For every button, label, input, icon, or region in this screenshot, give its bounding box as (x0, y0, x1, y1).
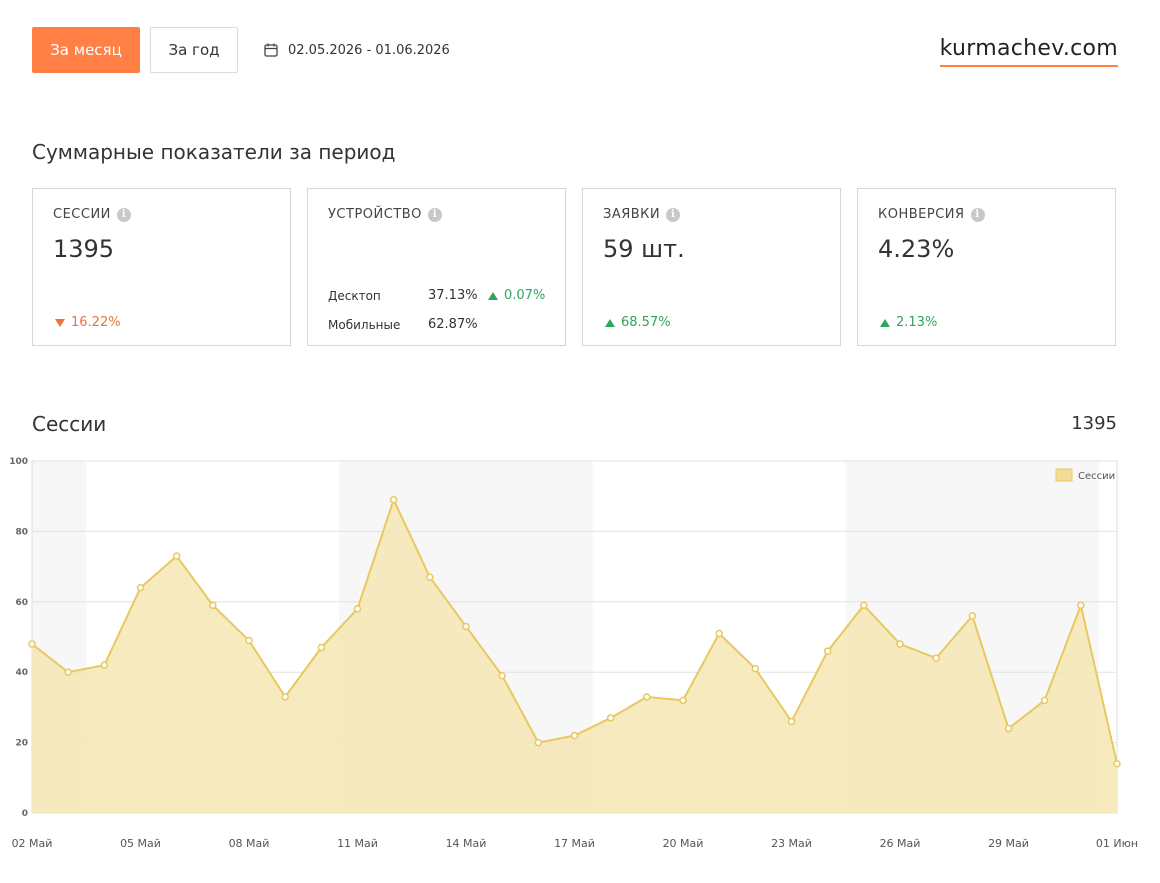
conversion-label: КОНВЕРСИЯ i (878, 207, 985, 222)
sessions-chart[interactable]: 0 20 40 60 80 100 02 Май 05 Май 08 Май 11 Май 14 М… (0, 450, 1160, 883)
x-tick-label: 05 Май (120, 837, 161, 850)
data-point[interactable] (389, 495, 398, 504)
x-tick-label: 20 Май (663, 837, 704, 850)
leads-value: 59 шт. (603, 235, 685, 263)
data-point[interactable] (715, 629, 723, 638)
data-point[interactable] (679, 696, 687, 705)
data-point[interactable] (1113, 759, 1121, 768)
data-point[interactable] (787, 717, 796, 726)
data-point[interactable] (136, 583, 145, 592)
data-point[interactable] (317, 643, 326, 652)
sessions-label: СЕССИИ i (53, 207, 131, 222)
y-tick-label: 80 (15, 527, 28, 537)
legend-swatch (1055, 468, 1073, 482)
data-point[interactable] (172, 552, 181, 560)
sessions-value: 1395 (53, 235, 115, 263)
leads-card: ЗАЯВКИ i 59 шт. 68.57% (582, 188, 841, 346)
data-point[interactable] (498, 671, 506, 680)
data-point[interactable] (100, 661, 109, 669)
conversion-card: КОНВЕРСИЯ i 4.23% 2.13% (857, 188, 1116, 346)
chart-title: Сессии (32, 412, 107, 436)
data-point[interactable] (353, 605, 362, 613)
data-point[interactable] (896, 640, 904, 648)
x-tick-label: 14 Май (446, 837, 487, 850)
summary-title: Суммарные показатели за период (32, 140, 396, 164)
device-row-desktop: Десктоп 37.13% 0.07% (328, 288, 546, 303)
data-point[interactable] (643, 693, 651, 701)
leads-label: ЗАЯВКИ i (603, 207, 681, 222)
data-point[interactable] (932, 654, 940, 662)
x-tick-label: 26 Май (880, 837, 921, 850)
info-icon[interactable]: i (666, 207, 681, 222)
data-point[interactable] (426, 573, 434, 581)
data-point[interactable] (823, 647, 832, 655)
x-tick-label: 17 Май (554, 837, 595, 850)
data-point[interactable] (245, 636, 253, 645)
date-range-text: 02.05.2026 - 01.06.2026 (288, 42, 450, 58)
x-tick-label: 23 Май (771, 837, 812, 850)
data-point[interactable] (28, 640, 36, 648)
device-label: УСТРОЙСТВО i (328, 207, 442, 222)
x-tick-label: 02 Май (12, 837, 53, 850)
data-point[interactable] (1004, 724, 1013, 733)
y-tick-label: 40 (15, 668, 28, 678)
period-year-button[interactable]: За год (150, 27, 238, 73)
desktop-delta: 0.07% (488, 288, 545, 303)
data-point[interactable] (968, 612, 977, 620)
data-point[interactable] (606, 714, 615, 722)
brand-logo[interactable]: kurmachev.com (939, 36, 1118, 67)
device-row-mobile: Мобильные 62.87% (328, 317, 478, 332)
x-tick-label: 29 Май (988, 837, 1029, 850)
info-icon[interactable]: i (427, 207, 442, 222)
chart-total: 1395 (1071, 413, 1117, 434)
data-point[interactable] (570, 731, 579, 740)
y-tick-label: 100 (9, 457, 28, 467)
data-point[interactable] (534, 738, 543, 747)
data-point[interactable] (209, 601, 217, 610)
x-tick-label: 08 Май (229, 837, 270, 850)
calendar-icon (264, 43, 278, 57)
y-tick-label: 0 (22, 809, 28, 819)
x-tick-label: 11 Май (337, 837, 378, 850)
arrow-up-icon (880, 318, 890, 327)
leads-delta: 68.57% (605, 315, 671, 330)
y-tick-label: 60 (15, 598, 28, 608)
conversion-delta: 2.13% (880, 315, 937, 330)
date-range-picker[interactable]: 02.05.2026 - 01.06.2026 (264, 40, 450, 60)
x-tick-label: 01 Июн (1096, 837, 1138, 850)
data-point[interactable] (1077, 601, 1085, 610)
info-icon[interactable]: i (970, 207, 985, 222)
data-point[interactable] (751, 664, 760, 673)
sessions-card: СЕССИИ i 1395 16.22% (32, 188, 291, 346)
data-point[interactable] (860, 601, 868, 610)
data-point[interactable] (281, 693, 289, 701)
info-icon[interactable]: i (116, 207, 131, 222)
arrow-down-icon (55, 318, 65, 327)
data-point[interactable] (462, 622, 470, 631)
device-card: УСТРОЙСТВО i Десктоп 37.13% 0.07% Мобиль… (307, 188, 566, 346)
arrow-up-icon (488, 291, 498, 300)
arrow-up-icon (605, 318, 615, 327)
data-point[interactable] (1040, 696, 1049, 705)
data-point[interactable] (64, 668, 72, 676)
sessions-delta: 16.22% (55, 315, 121, 330)
legend-label: Сессии (1078, 471, 1115, 482)
y-tick-label: 20 (15, 739, 28, 749)
period-month-button[interactable]: За месяц (32, 27, 140, 73)
conversion-value: 4.23% (878, 235, 955, 263)
